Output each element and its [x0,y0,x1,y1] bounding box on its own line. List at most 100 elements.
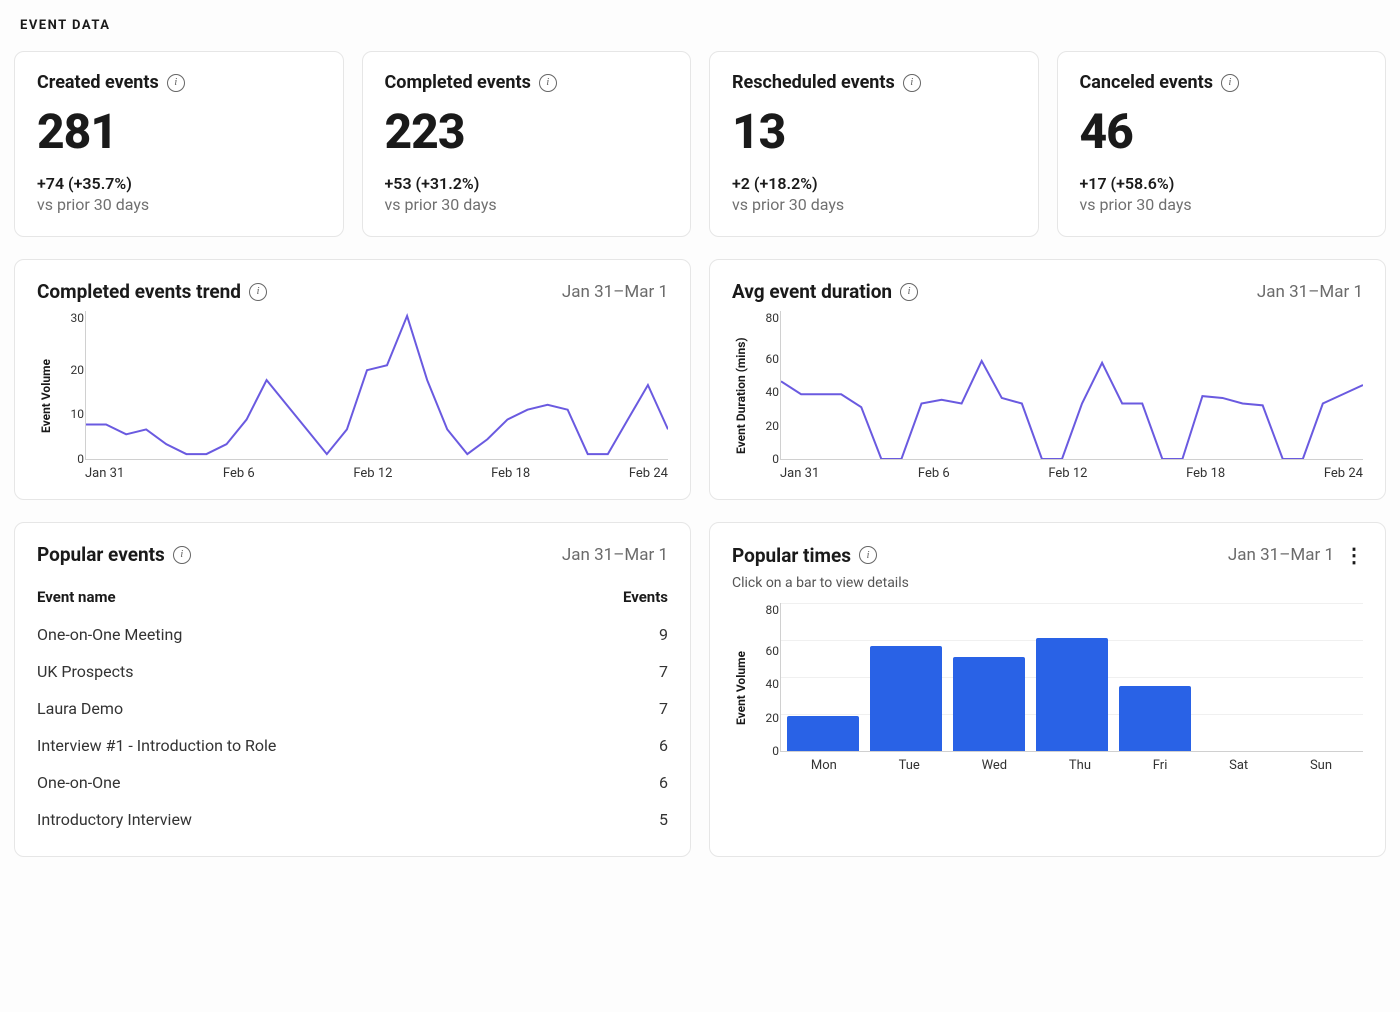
table-row[interactable]: UK Prospects 7 [37,653,668,690]
bar-mon[interactable] [787,716,859,751]
info-icon[interactable]: i [900,283,918,301]
event-name: One-on-One Meeting [37,616,568,653]
line-chart: 806040200 [780,311,1363,460]
tick-label: 80 [751,311,779,325]
tick-label: 0 [751,744,779,758]
stat-card-completed: Completed events i 223 +53 (+31.2%) vs p… [362,51,692,237]
event-count: 5 [568,801,668,838]
tick-label: Feb 24 [1324,466,1363,481]
tick-label: 10 [56,407,84,421]
stat-compare: vs prior 30 days [732,195,1016,214]
tick-label: 80 [751,603,779,617]
stat-value: 13 [732,103,1016,160]
tick-label: Wed [982,758,1008,773]
event-count: 6 [568,727,668,764]
stat-label: Created events [37,72,159,93]
popular-events-card: Popular events i Jan 31–Mar 1 Event name… [14,522,691,857]
chart-title: Completed events trend [37,280,241,303]
stat-compare: vs prior 30 days [1080,195,1364,214]
bar-fri[interactable] [1119,686,1191,751]
avg-duration-card: Avg event duration i Jan 31–Mar 1 Event … [709,259,1386,500]
stat-card-created: Created events i 281 +74 (+35.7%) vs pri… [14,51,344,237]
tick-label: Feb 24 [629,466,668,481]
stat-value: 46 [1080,103,1364,160]
stat-label: Canceled events [1080,72,1213,93]
info-icon[interactable]: i [167,74,185,92]
tick-label: Feb 12 [353,466,392,481]
event-count: 7 [568,690,668,727]
chart-title: Popular events [37,543,165,566]
event-count: 6 [568,764,668,801]
col-event-name: Event name [37,582,568,616]
chart-title: Popular times [732,544,851,567]
info-icon[interactable]: i [539,74,557,92]
popular-events-table: Event name Events One-on-One Meeting 9 U… [37,582,668,838]
stat-value: 223 [385,103,669,160]
tick-label: 60 [751,352,779,366]
tick-label: Fri [1153,758,1168,773]
tick-label: Tue [899,758,920,773]
info-icon[interactable]: i [903,74,921,92]
chart-title: Avg event duration [732,280,892,303]
charts-row: Completed events trend i Jan 31–Mar 1 Ev… [14,259,1386,500]
tick-label: 20 [751,419,779,433]
event-count: 7 [568,653,668,690]
tick-label: 60 [751,644,779,658]
info-icon[interactable]: i [1221,74,1239,92]
tick-label: Feb 12 [1048,466,1087,481]
bottom-row: Popular events i Jan 31–Mar 1 Event name… [14,522,1386,857]
stat-label: Completed events [385,72,531,93]
tick-label: 20 [751,711,779,725]
tick-label: Mon [811,758,837,773]
kebab-menu-icon[interactable]: ⋮ [1344,543,1363,567]
stat-delta: +74 (+35.7%) [37,174,321,193]
completed-trend-card: Completed events trend i Jan 31–Mar 1 Ev… [14,259,691,500]
stat-delta: +2 (+18.2%) [732,174,1016,193]
tick-label: 30 [56,311,84,325]
event-name: Introductory Interview [37,801,568,838]
bar-chart: 806040200 [780,603,1363,752]
popular-times-card: Popular times i Jan 31–Mar 1 ⋮ Click on … [709,522,1386,857]
table-row[interactable]: Interview #1 - Introduction to Role 6 [37,727,668,764]
tick-label: Feb 6 [918,466,950,481]
bar-wed[interactable] [953,657,1025,751]
stat-delta: +17 (+58.6%) [1080,174,1364,193]
chart-date-range: Jan 31–Mar 1 [562,545,668,565]
y-axis-label: Event Volume [732,603,750,773]
event-name: Laura Demo [37,690,568,727]
table-row[interactable]: Laura Demo 7 [37,690,668,727]
tick-label: Jan 31 [85,466,124,481]
tick-label: Sat [1229,758,1248,773]
stat-label: Rescheduled events [732,72,895,93]
tick-label: Feb 18 [491,466,530,481]
event-count: 9 [568,616,668,653]
table-row[interactable]: Introductory Interview 5 [37,801,668,838]
event-name: UK Prospects [37,653,568,690]
bar-thu[interactable] [1036,638,1108,751]
tick-label: Feb 18 [1186,466,1225,481]
tick-label: 40 [751,677,779,691]
stat-cards-row: Created events i 281 +74 (+35.7%) vs pri… [14,51,1386,237]
table-row[interactable]: One-on-One 6 [37,764,668,801]
info-icon[interactable]: i [249,283,267,301]
stat-value: 281 [37,103,321,160]
info-icon[interactable]: i [859,546,877,564]
bar-tue[interactable] [870,646,942,751]
chart-date-range: Jan 31–Mar 1 [1228,545,1334,565]
chart-date-range: Jan 31–Mar 1 [562,282,668,302]
chart-date-range: Jan 31–Mar 1 [1257,282,1363,302]
table-row[interactable]: One-on-One Meeting 9 [37,616,668,653]
stat-delta: +53 (+31.2%) [385,174,669,193]
tick-label: 40 [751,385,779,399]
stat-card-canceled: Canceled events i 46 +17 (+58.6%) vs pri… [1057,51,1387,237]
tick-label: Jan 31 [780,466,819,481]
tick-label: Sun [1310,758,1332,773]
tick-label: 0 [56,452,84,466]
stat-compare: vs prior 30 days [37,195,321,214]
section-title: EVENT DATA [20,18,1386,33]
tick-label: 20 [56,363,84,377]
y-axis-label: Event Duration (mins) [732,311,750,481]
col-events: Events [568,582,668,616]
info-icon[interactable]: i [173,546,191,564]
event-name: Interview #1 - Introduction to Role [37,727,568,764]
